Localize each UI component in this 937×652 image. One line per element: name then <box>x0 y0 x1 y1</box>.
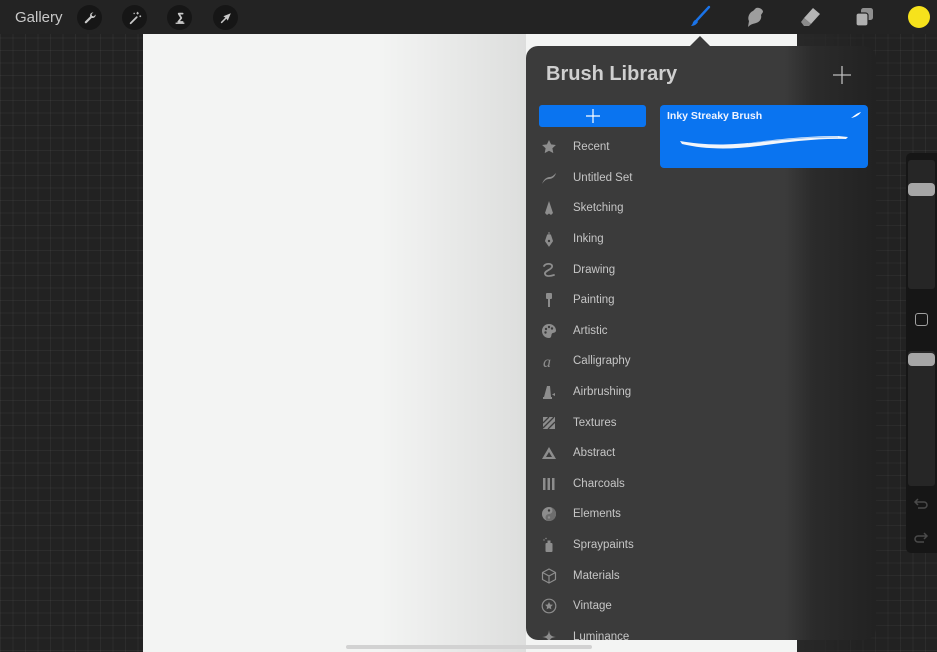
brush-set-painting[interactable]: Painting <box>526 285 656 316</box>
home-indicator <box>346 645 592 649</box>
brush-set-charcoals[interactable]: Charcoals <box>526 469 656 500</box>
panel-title: Brush Library <box>546 63 678 85</box>
stroke-icon <box>540 169 558 187</box>
top-toolbar: Gallery <box>0 0 937 34</box>
selection-button[interactable] <box>167 5 192 30</box>
pen-nib-icon <box>540 230 558 248</box>
brush-name: Inky Streaky Brush <box>667 110 763 122</box>
brush-size-slider[interactable] <box>908 160 935 289</box>
brush-set-list: Recent Untitled Set Sketching Inking Dra… <box>526 132 656 640</box>
brush-set-inking[interactable]: Inking <box>526 224 656 255</box>
brush-set-untitled-set[interactable]: Untitled Set <box>526 163 656 194</box>
layers-icon <box>855 8 873 27</box>
canvas-shade <box>380 34 526 652</box>
brush-set-calligraphy[interactable]: a Calligraphy <box>526 346 656 377</box>
brush-icon <box>691 5 711 26</box>
redo-icon[interactable] <box>913 531 929 545</box>
opacity-thumb[interactable] <box>908 353 935 367</box>
triangle-icon <box>540 444 558 462</box>
smudge-tool-button[interactable] <box>741 4 769 30</box>
cube-icon <box>540 567 558 585</box>
magic-wand-icon <box>129 11 141 24</box>
charcoal-sticks-icon <box>540 475 558 493</box>
script-a-icon: a <box>540 352 558 370</box>
pencil-tip-icon <box>540 199 558 217</box>
brush-size-thumb[interactable] <box>908 183 935 197</box>
add-brush-button[interactable] <box>832 65 852 85</box>
modify-button[interactable] <box>915 313 928 326</box>
eraser-icon <box>801 8 820 26</box>
brush-stroke-preview <box>680 136 848 149</box>
wrench-icon <box>84 11 96 23</box>
spray-can-icon <box>540 536 558 554</box>
brush-stroke-mini-icon <box>851 112 861 118</box>
smudge-icon <box>748 7 763 27</box>
brush-set-artistic[interactable]: Artistic <box>526 316 656 347</box>
color-picker-button[interactable] <box>908 6 930 28</box>
adjustments-button[interactable] <box>122 5 147 30</box>
right-sidebar <box>906 153 937 553</box>
brush-set-spraypaints[interactable]: Spraypaints <box>526 530 656 561</box>
brush-set-drawing[interactable]: Drawing <box>526 254 656 285</box>
sparkle-icon <box>540 628 558 640</box>
actions-button[interactable] <box>77 5 102 30</box>
brush-set-recent[interactable]: Recent <box>526 132 656 163</box>
svg-text:a: a <box>543 354 551 369</box>
star-icon <box>540 138 558 156</box>
eraser-tool-button[interactable] <box>796 4 824 30</box>
gallery-button[interactable]: Gallery <box>15 9 63 26</box>
transform-button[interactable] <box>213 5 238 30</box>
brush-set-luminance[interactable]: Luminance <box>526 622 656 640</box>
arrow-cursor-icon <box>220 12 231 23</box>
brush-item-inky-streaky-brush[interactable]: Inky Streaky Brush <box>660 105 868 168</box>
brush-tool-button[interactable] <box>686 4 714 30</box>
brush-set-airbrushing[interactable]: Airbrushing <box>526 377 656 408</box>
paintbrush-icon <box>540 291 558 309</box>
palette-icon <box>540 322 558 340</box>
brush-set-textures[interactable]: Textures <box>526 407 656 438</box>
undo-icon[interactable] <box>913 497 929 511</box>
star-circle-icon <box>540 597 558 615</box>
brush-set-elements[interactable]: Elements <box>526 499 656 530</box>
opacity-slider[interactable] <box>908 351 935 486</box>
brush-set-abstract[interactable]: Abstract <box>526 438 656 469</box>
brush-set-materials[interactable]: Materials <box>526 560 656 591</box>
layers-button[interactable] <box>850 4 878 30</box>
brush-set-sketching[interactable]: Sketching <box>526 193 656 224</box>
hatch-square-icon <box>540 414 558 432</box>
brush-library-panel: Brush Library Recent Untitled Set Sketch… <box>526 46 876 640</box>
yin-yang-icon <box>540 505 558 523</box>
add-brush-set-button[interactable] <box>539 105 646 127</box>
squiggle-icon <box>540 261 558 279</box>
selection-s-icon <box>175 12 184 24</box>
airbrush-icon <box>540 383 558 401</box>
brush-set-vintage[interactable]: Vintage <box>526 591 656 622</box>
plus-icon <box>585 109 600 123</box>
